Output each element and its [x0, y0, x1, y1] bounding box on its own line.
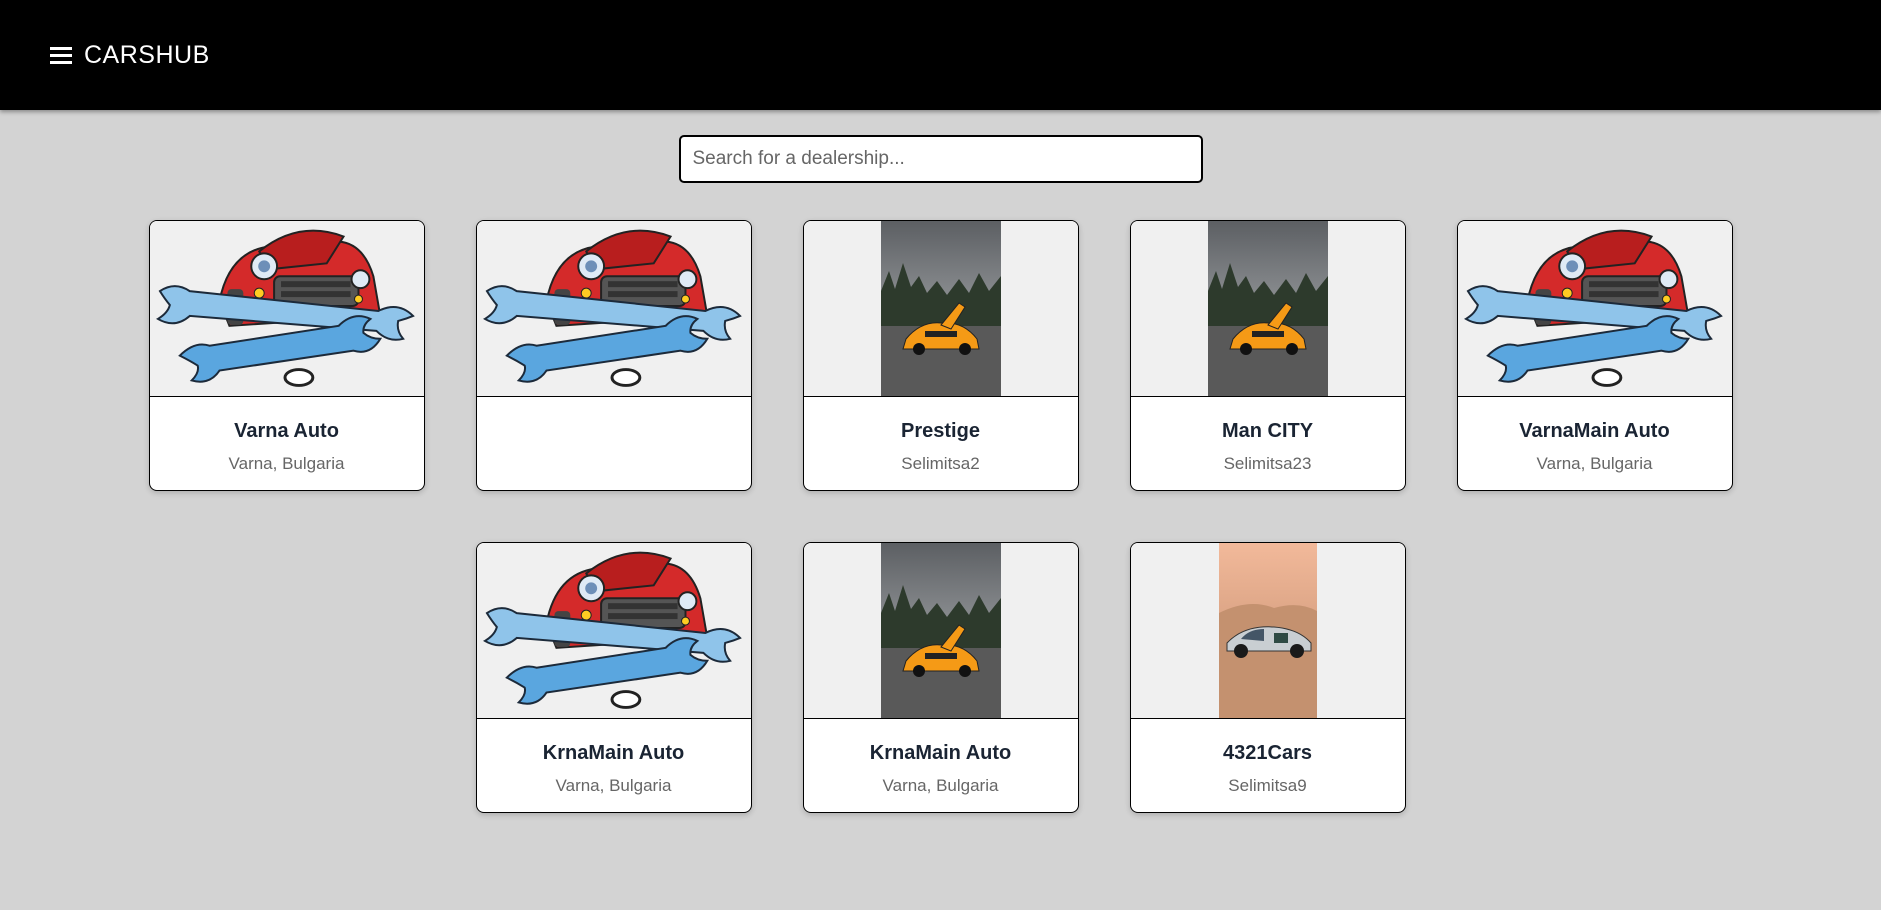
dealership-image — [476, 221, 751, 397]
dealership-location: Varna, Bulgaria — [555, 776, 672, 795]
dealership-location: Selimitsa2 — [901, 454, 980, 473]
dealership-name — [477, 420, 751, 444]
dealership-location: Varna, Bulgaria — [1536, 454, 1653, 473]
dealership-card[interactable]: KrnaMain Auto Varna, Bulgaria — [802, 542, 1079, 813]
dealership-location: Varna, Bulgaria — [882, 776, 999, 795]
dealership-name: 4321Cars — [1223, 742, 1312, 764]
dealership-name: Man CITY — [1221, 420, 1314, 442]
dealership-name: KrnaMain Auto — [542, 742, 685, 764]
dealership-row: Varna Auto Varna, Bulgaria Prestige Seli… — [0, 220, 1881, 491]
dealership-card[interactable] — [475, 220, 752, 491]
dealership-card[interactable]: Varna Auto Varna, Bulgaria — [148, 220, 425, 491]
dealership-row: KrnaMain Auto Varna, Bulgaria KrnaMain A… — [0, 542, 1881, 813]
dealership-image — [149, 221, 424, 397]
dealership-image — [803, 543, 1078, 719]
dealership-image — [803, 221, 1078, 397]
dealership-image — [1130, 543, 1405, 719]
brand-title[interactable]: CARSHUB — [84, 41, 210, 70]
dealership-card[interactable]: 4321Cars Selimitsa9 — [1129, 542, 1406, 813]
dealership-image — [1130, 221, 1405, 397]
search-input[interactable] — [678, 135, 1203, 183]
dealership-card[interactable]: VarnaMain Auto Varna, Bulgaria — [1456, 220, 1733, 491]
dealership-card[interactable]: Prestige Selimitsa2 — [802, 220, 1079, 491]
dealership-image — [476, 543, 751, 719]
dealership-name: Prestige — [901, 420, 980, 442]
search-bar — [0, 135, 1881, 183]
dealership-name: KrnaMain Auto — [869, 742, 1012, 764]
dealership-location: Selimitsa23 — [1223, 454, 1312, 473]
dealership-location — [477, 454, 751, 474]
dealership-image — [1457, 221, 1732, 397]
hamburger-menu-icon[interactable] — [46, 38, 80, 72]
app-bar: CARSHUB — [0, 0, 1881, 110]
dealership-location: Varna, Bulgaria — [228, 454, 345, 473]
dealership-name: VarnaMain Auto — [1519, 420, 1670, 442]
dealership-card[interactable]: Man CITY Selimitsa23 — [1129, 220, 1406, 491]
dealership-name: Varna Auto — [234, 420, 339, 442]
dealership-card[interactable]: KrnaMain Auto Varna, Bulgaria — [475, 542, 752, 813]
dealership-location: Selimitsa9 — [1228, 776, 1307, 795]
